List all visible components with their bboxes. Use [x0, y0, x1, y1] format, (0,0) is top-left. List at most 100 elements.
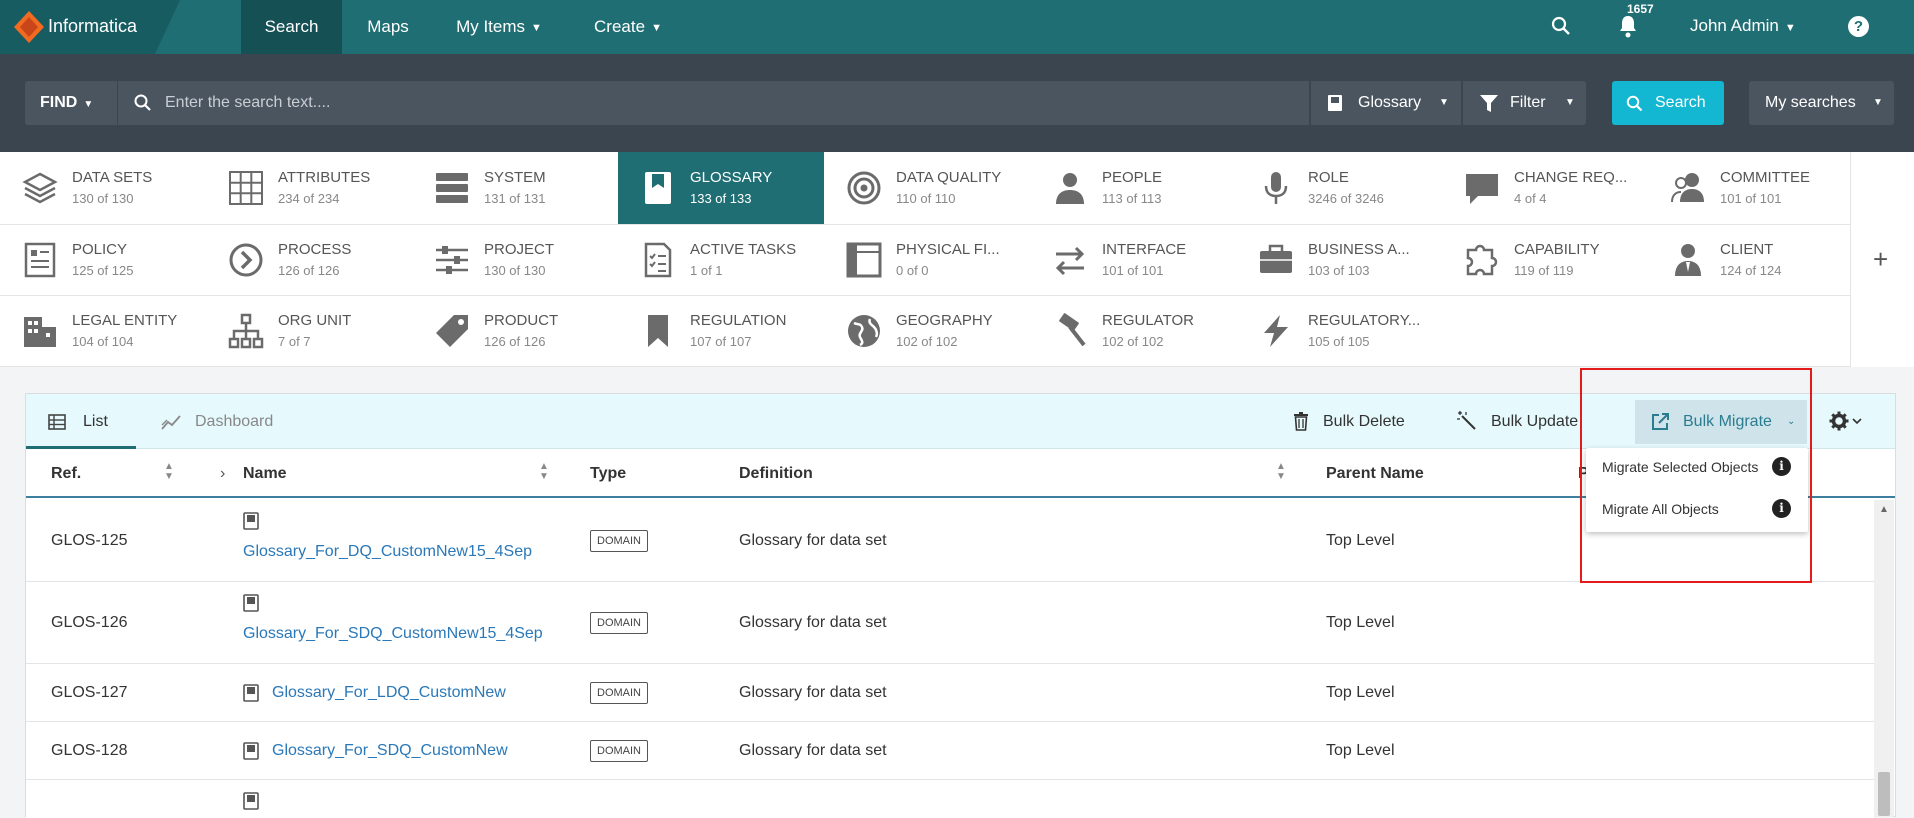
category-label: ATTRIBUTES [278, 169, 371, 186]
building-icon [22, 313, 58, 349]
sliders-icon [434, 242, 470, 278]
category-product[interactable]: PRODUCT 126 of 126 [412, 295, 618, 367]
find-dropdown[interactable]: FIND ▼ [25, 81, 117, 125]
category-capability[interactable]: CAPABILITY 119 of 119 [1442, 224, 1648, 296]
bulk-migrate-menu: Migrate Selected Objects i Migrate All O… [1586, 448, 1808, 532]
category-label: DATA QUALITY [896, 169, 1002, 186]
table-row[interactable] [26, 780, 1874, 818]
category-policy[interactable]: POLICY 125 of 125 [0, 224, 206, 296]
category-regulator[interactable]: REGULATOR 102 of 102 [1030, 295, 1236, 367]
table-icon [48, 414, 66, 430]
row-name-link[interactable]: Glossary_For_SDQ_CustomNew15_4Sep [243, 625, 543, 643]
column-parent-name[interactable]: Parent Name [1326, 465, 1424, 483]
category-role[interactable]: ROLE 3246 of 3246 [1236, 152, 1442, 224]
tab-dashboard[interactable]: Dashboard [161, 394, 301, 449]
sort-icon[interactable]: ▲ ▼ [164, 462, 174, 482]
nav-create[interactable]: Create ▼ [589, 0, 667, 54]
row-name-link[interactable]: Glossary_For_LDQ_CustomNew [272, 684, 506, 702]
expand-chevron-icon[interactable]: › [220, 465, 225, 483]
category-process[interactable]: PROCESS 126 of 126 [206, 224, 412, 296]
category-client[interactable]: CLIENT 124 of 124 [1648, 224, 1854, 296]
tab-dashboard-label: Dashboard [195, 413, 274, 430]
row-name-link[interactable]: Glossary_For_DQ_CustomNew15_4Sep [243, 543, 532, 561]
table-row[interactable]: GLOS-127 Glossary_For_LDQ_CustomNew DOMA… [26, 664, 1874, 722]
bulk-delete-button[interactable]: Bulk Delete [1293, 394, 1413, 449]
bulk-migrate-button[interactable]: Bulk Migrate ⌄ [1635, 400, 1807, 444]
category-people[interactable]: PEOPLE 113 of 113 [1030, 152, 1236, 224]
sort-icon[interactable]: ▲ ▼ [539, 462, 549, 482]
row-name-link[interactable]: Glossary_For_SDQ_CustomNew [272, 742, 508, 760]
column-name[interactable]: Name [243, 465, 287, 483]
category-label: ROLE [1308, 169, 1349, 186]
help-icon[interactable]: ? [1848, 16, 1869, 37]
category-count: 131 of 131 [484, 191, 546, 206]
gear-icon[interactable] [1829, 411, 1863, 431]
category-label: ACTIVE TASKS [690, 241, 797, 258]
plus-icon[interactable]: + [1873, 244, 1888, 275]
tab-list[interactable]: List [26, 394, 136, 449]
category-org-unit[interactable]: ORG UNIT 7 of 7 [206, 295, 412, 367]
category-regulatory[interactable]: REGULATORY... 105 of 105 [1236, 295, 1442, 367]
row-definition: Glossary for data set [739, 614, 887, 631]
search-icon [134, 94, 151, 111]
filter-dropdown[interactable]: Filter ▼ [1462, 81, 1586, 125]
search-input[interactable]: Enter the search text.... [117, 81, 1309, 125]
nav-maps[interactable]: Maps [352, 0, 424, 54]
category-attributes[interactable]: ATTRIBUTES 234 of 234 [206, 152, 412, 224]
category-geography[interactable]: GEOGRAPHY 102 of 102 [824, 295, 1030, 367]
category-business-a[interactable]: BUSINESS A... 103 of 103 [1236, 224, 1442, 296]
puzzle-icon [1464, 242, 1500, 278]
category-active-tasks[interactable]: ACTIVE TASKS 1 of 1 [618, 224, 824, 296]
category-data-quality[interactable]: DATA QUALITY 110 of 110 [824, 152, 1030, 224]
migrate-all-objects[interactable]: Migrate All Objects [1602, 501, 1719, 517]
search-placeholder: Enter the search text.... [165, 94, 331, 111]
category-data-sets[interactable]: DATA SETS 130 of 130 [0, 152, 206, 224]
search-bar: FIND ▼ Enter the search text.... Glossary… [0, 54, 1914, 152]
category-label: REGULATORY... [1308, 312, 1421, 329]
chevron-circle-icon [228, 242, 264, 278]
category-regulation[interactable]: REGULATION 107 of 107 [618, 295, 824, 367]
info-icon[interactable]: i [1772, 457, 1791, 476]
table-row[interactable]: GLOS-128 Glossary_For_SDQ_CustomNew DOMA… [26, 722, 1874, 780]
category-project[interactable]: PROJECT 130 of 130 [412, 224, 618, 296]
scroll-up-icon[interactable]: ▲ [1879, 504, 1889, 515]
search-icon [1626, 95, 1643, 112]
row-parent-name: Top Level [1326, 742, 1395, 759]
brand-name: Informatica [48, 16, 138, 36]
brand[interactable]: Informatica [0, 0, 180, 54]
category-interface[interactable]: INTERFACE 101 of 101 [1030, 224, 1236, 296]
nav-my-items[interactable]: My Items ▼ [449, 0, 549, 54]
scrollbar-thumb[interactable] [1878, 772, 1890, 816]
column-ref[interactable]: Ref. [51, 465, 81, 483]
category-committee[interactable]: COMMITTEE 101 of 101 [1648, 152, 1854, 224]
chevron-down-icon: ▼ [1439, 97, 1449, 108]
search-button[interactable]: Search [1612, 81, 1724, 125]
category-change-req[interactable]: CHANGE REQ... 4 of 4 [1442, 152, 1648, 224]
row-definition: Glossary for data set [739, 684, 887, 701]
bell-icon[interactable] [1617, 14, 1639, 38]
info-icon[interactable]: i [1772, 499, 1791, 518]
search-icon[interactable] [1551, 16, 1571, 36]
bulk-delete-label: Bulk Delete [1323, 413, 1405, 430]
add-category-column: + [1850, 152, 1914, 367]
category-glossary[interactable]: GLOSSARY 133 of 133 [618, 152, 824, 224]
nav-search[interactable]: Search [241, 0, 342, 54]
bulk-update-button[interactable]: Bulk Update [1457, 394, 1592, 449]
category-legal-entity[interactable]: LEGAL ENTITY 104 of 104 [0, 295, 206, 367]
notification-count: 1657 [1627, 2, 1654, 16]
user-menu[interactable]: John Admin ▼ [1690, 16, 1796, 36]
migrate-selected-objects[interactable]: Migrate Selected Objects [1602, 459, 1758, 475]
category-count: 102 of 102 [896, 334, 958, 349]
category-label: POLICY [72, 241, 128, 258]
column-type[interactable]: Type [590, 465, 626, 483]
category-label: PEOPLE [1102, 169, 1163, 186]
bolt-icon [1258, 313, 1294, 349]
scope-dropdown[interactable]: Glossary ▼ [1310, 81, 1461, 125]
category-system[interactable]: SYSTEM 131 of 131 [412, 152, 618, 224]
sort-icon[interactable]: ▲ ▼ [1276, 462, 1286, 482]
my-searches-dropdown[interactable]: My searches ▼ [1749, 81, 1894, 125]
category-physical-fi[interactable]: PHYSICAL FI... 0 of 0 [824, 224, 1030, 296]
column-definition[interactable]: Definition [739, 465, 813, 483]
vertical-scrollbar[interactable]: ▲ [1874, 500, 1894, 817]
table-row[interactable]: GLOS-126 Glossary_For_SDQ_CustomNew15_4S… [26, 582, 1874, 664]
